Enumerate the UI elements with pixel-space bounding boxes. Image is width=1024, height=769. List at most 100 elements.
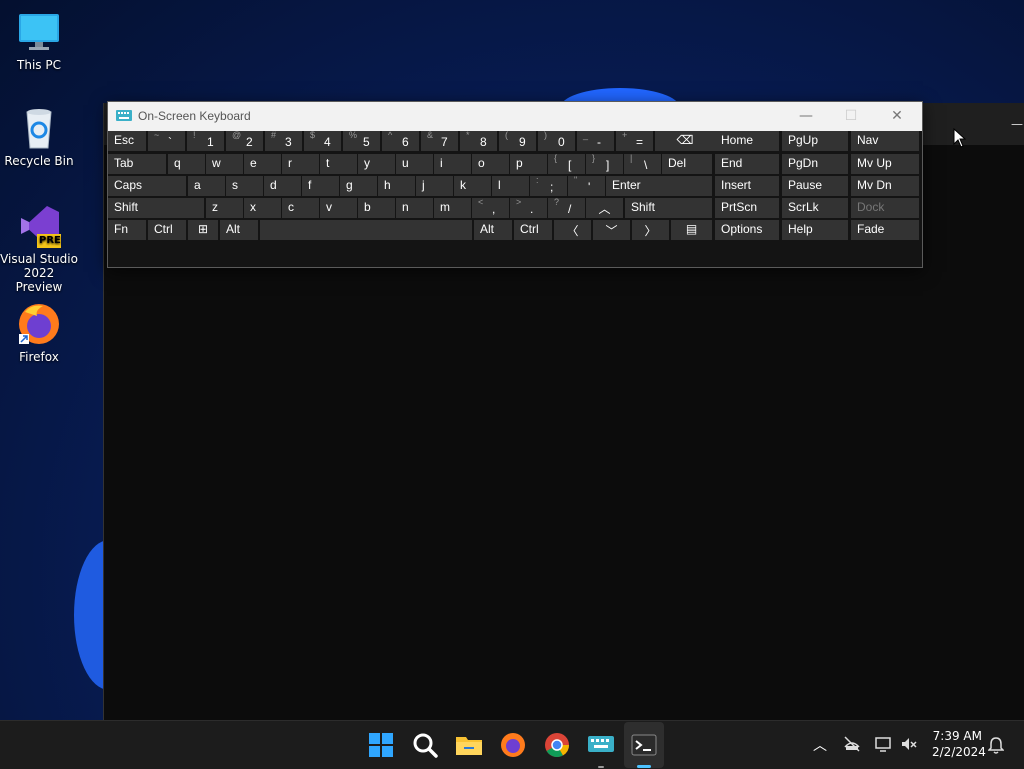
key-nav[interactable]: PgDn [782,154,848,174]
key[interactable]: (9 [499,130,536,151]
firefox-taskbar-icon[interactable] [498,730,528,760]
key[interactable]: k [454,176,491,196]
key-nav[interactable]: Pause [782,176,848,196]
terminal-icon[interactable] [629,730,659,760]
close-icon[interactable]: ✕ [887,108,907,124]
key[interactable]: l [492,176,529,196]
key[interactable]: ? / [548,197,585,218]
key[interactable]: g [340,176,377,196]
key[interactable]: e [244,154,281,174]
key[interactable]: }] [586,153,623,174]
volume-muted-icon[interactable] [900,735,918,753]
menu-key[interactable]: ▤ [671,220,712,240]
key-alt-left[interactable]: Alt [220,220,258,240]
key[interactable]: ^ 6 [382,130,419,151]
key[interactable]: u [396,154,433,174]
key[interactable]: " ' [568,175,605,196]
key[interactable]: s [226,176,263,196]
start-windows-icon[interactable] [366,730,396,760]
key-nav[interactable]: Insert [715,176,779,196]
key[interactable]: ~ ` [148,130,185,151]
desktop-icon-this-pc[interactable]: This PC [0,10,78,72]
key[interactable]: q [168,154,205,174]
key[interactable]: w [206,154,243,174]
key[interactable]: d [264,176,301,196]
key[interactable]: {[ [548,153,585,174]
key-nav[interactable]: Mv Dn [851,176,919,196]
backspace-key[interactable]: ⌫ [655,131,715,151]
key[interactable]: ) 0 [538,130,575,151]
desktop-icon-firefox[interactable]: Firefox [0,302,78,364]
on-screen-keyboard-window[interactable]: On-Screen Keyboard — ☐ ✕ Esc ~ `! 1 @2 #3 $4% 5… [107,101,923,268]
on-screen-keyboard-taskbar-icon[interactable] [586,730,616,760]
key-esc[interactable]: Esc [108,131,146,151]
key-nav[interactable]: End [715,154,779,174]
key-nav[interactable]: Nav [851,131,919,151]
desktop-icon-visual-studio[interactable]: PRE Visual Studio 2022 Preview [0,204,78,294]
key[interactable]: r [282,154,319,174]
display-icon[interactable] [874,735,892,753]
clock[interactable]: 7:39 AM 2/2/2024 [932,729,986,759]
key[interactable]: & 7 [421,130,458,151]
key-fn[interactable]: Fn [108,220,146,240]
key-nav[interactable]: Home [715,131,779,151]
key[interactable]: @2 [226,130,263,151]
key[interactable]: ! 1 [187,130,224,151]
arrow-up-key[interactable]: ︿ [586,198,623,218]
key[interactable]: b [358,198,395,218]
key-enter[interactable]: Enter [606,176,712,196]
key-nav[interactable]: Fade [851,220,919,240]
key[interactable]: z [206,198,243,218]
notification-bell-icon[interactable] [988,736,1004,754]
key-shift-left[interactable]: Shift [108,198,204,218]
key[interactable]: v [320,198,357,218]
key[interactable]: y [358,154,395,174]
key[interactable]: c [282,198,319,218]
arrow-left-key[interactable]: 〈 [554,220,591,240]
maximize-icon[interactable]: ☐ [841,108,861,124]
key[interactable]: t [320,154,357,174]
osk-titlebar[interactable]: On-Screen Keyboard — ☐ ✕ [108,102,922,131]
windows-key[interactable]: ⊞ [188,220,218,240]
key[interactable]: p [510,154,547,174]
key[interactable]: <, [472,197,509,218]
network-disconnected-icon[interactable] [843,735,861,753]
key[interactable]: a [188,176,225,196]
file-explorer-icon[interactable] [454,730,484,760]
minimize-icon[interactable]: — [796,108,816,124]
key[interactable]: >. [510,197,547,218]
key-nav[interactable]: PrtScn [715,198,779,218]
key[interactable]: o [472,154,509,174]
key[interactable]: + = [616,130,653,151]
key-nav[interactable]: ScrLk [782,198,848,218]
key-nav[interactable]: Options [715,220,779,240]
key[interactable]: n [396,198,433,218]
key[interactable]: h [378,176,415,196]
key[interactable]: x [244,198,281,218]
key[interactable]: $4 [304,130,341,151]
key[interactable]: % 5 [343,130,380,151]
minimize-icon[interactable]: — [1011,117,1024,131]
key-ctrl-left[interactable]: Ctrl [148,220,186,240]
key[interactable]: :; [530,175,567,196]
key-ctrl-right[interactable]: Ctrl [514,220,552,240]
key[interactable]: i [434,154,471,174]
chevron-up-icon[interactable]: ︿ [813,735,827,755]
key[interactable]: m [434,198,471,218]
key-del[interactable]: Del [662,154,712,174]
desktop-icon-recycle-bin[interactable]: Recycle Bin [0,106,78,168]
key-alt-right[interactable]: Alt [474,220,512,240]
key-nav[interactable]: PgUp [782,131,848,151]
key[interactable]: #3 [265,130,302,151]
key-nav[interactable]: Mv Up [851,154,919,174]
arrow-down-key[interactable]: ﹀ [593,220,630,240]
key-shift-right[interactable]: Shift [625,198,712,218]
key-nav[interactable]: Dock [851,198,919,218]
key[interactable]: j [416,176,453,196]
key[interactable]: | \ [624,153,661,174]
key[interactable]: f [302,176,339,196]
search-icon[interactable] [410,730,440,760]
key-caps[interactable]: Caps [108,176,186,196]
chrome-icon[interactable] [542,730,572,760]
key[interactable]: * 8 [460,130,497,151]
